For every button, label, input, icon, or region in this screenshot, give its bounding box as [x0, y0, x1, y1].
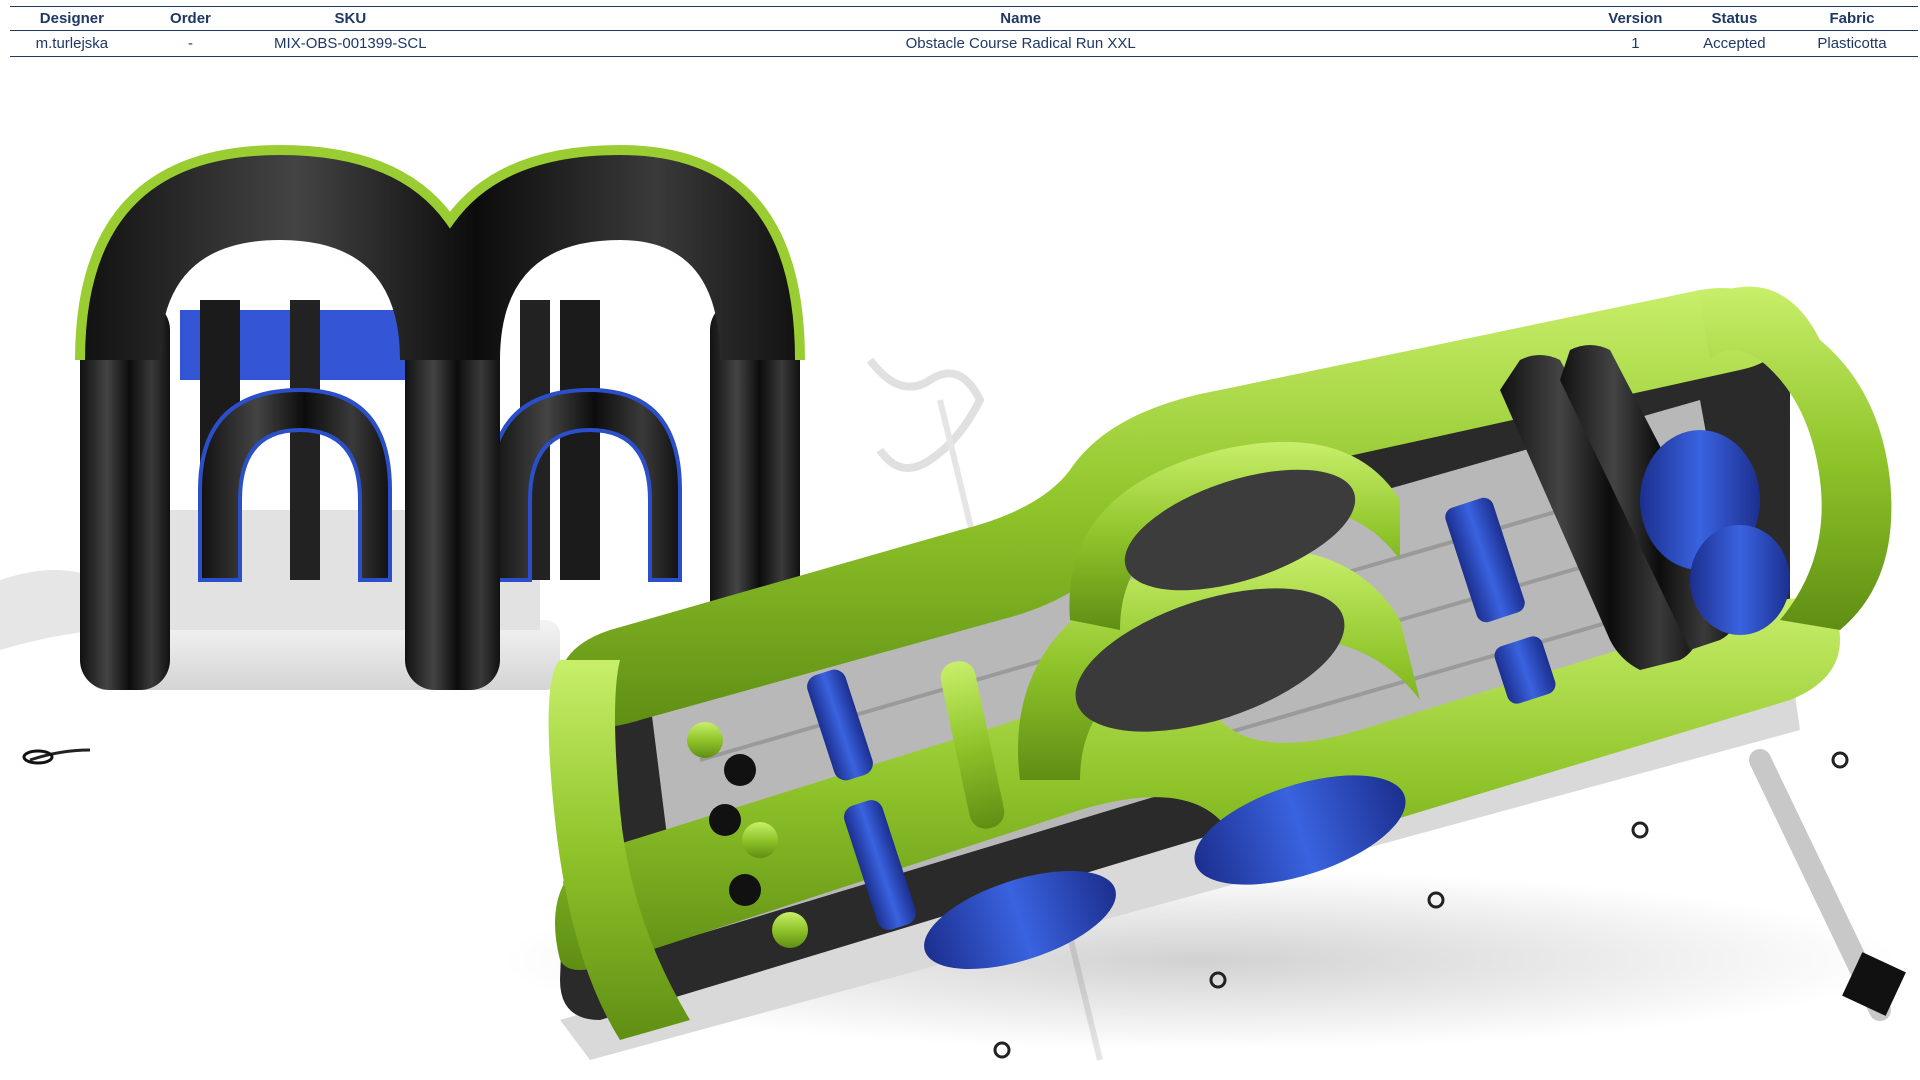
- cell-fabric: Plasticotta: [1817, 35, 1887, 52]
- spec-table: Designer Order SKU Name Version Status F…: [10, 6, 1918, 57]
- render-svg: [0, 144, 1906, 1061]
- header-name: Name: [1000, 10, 1042, 27]
- header-designer: Designer: [39, 10, 104, 27]
- header-version: Version: [1608, 10, 1663, 27]
- header-sku: SKU: [334, 10, 367, 27]
- product-spec-sheet: Designer Order SKU Name Version Status F…: [0, 0, 1920, 1080]
- header-status: Status: [1711, 10, 1758, 27]
- table-row: m.turlejska - MIX-OBS-001399-SCL Obstacl…: [10, 31, 1918, 57]
- header-order: Order: [170, 10, 211, 27]
- cell-name: Obstacle Course Radical Run XXL: [905, 35, 1136, 52]
- product-render: [0, 60, 1920, 1080]
- cell-status: Accepted: [1703, 35, 1766, 52]
- cell-sku: MIX-OBS-001399-SCL: [274, 35, 427, 52]
- header-fabric: Fabric: [1829, 10, 1875, 27]
- table-header-row: Designer Order SKU Name Version Status F…: [10, 6, 1918, 31]
- cell-version: 1: [1631, 35, 1640, 52]
- cell-designer: m.turlejska: [35, 35, 109, 52]
- cell-order: -: [187, 35, 193, 52]
